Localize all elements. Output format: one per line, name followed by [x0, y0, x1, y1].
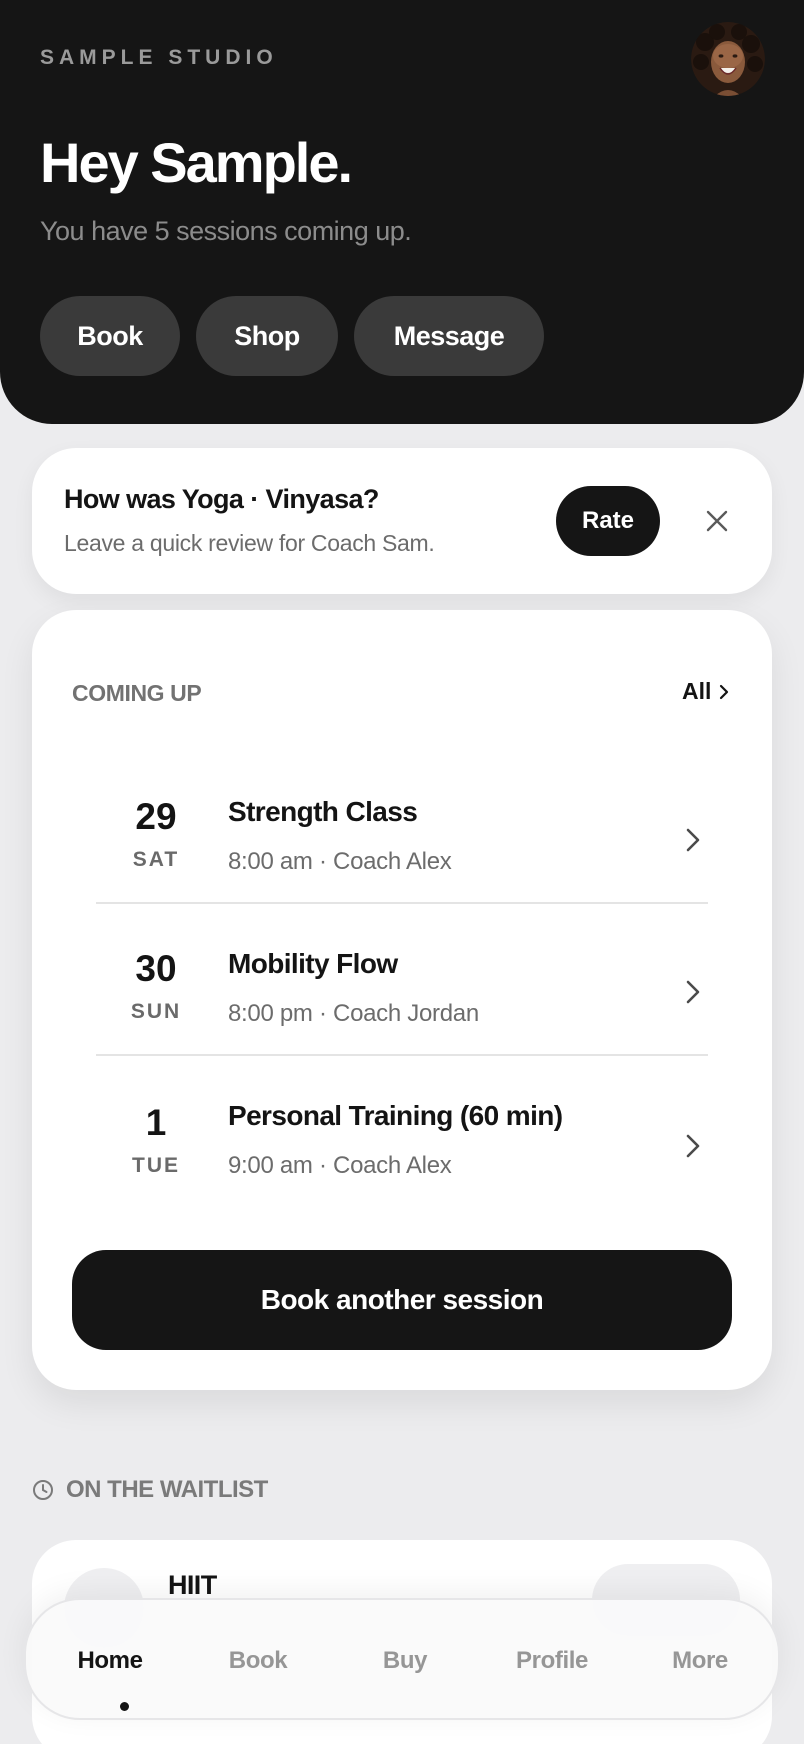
nav-home[interactable]: Home: [40, 1600, 180, 1722]
chevron-right-icon: [686, 1134, 700, 1158]
clock-icon: [33, 1480, 53, 1500]
session-meta: 8:00 pm · Coach Jordan: [228, 1000, 479, 1027]
active-indicator: [120, 1702, 129, 1711]
rate-button[interactable]: Rate: [556, 486, 660, 556]
view-all-link[interactable]: All: [682, 678, 729, 705]
session-meta: 9:00 am · Coach Alex: [228, 1152, 452, 1179]
view-all-label: All: [682, 678, 712, 704]
review-subtitle: Leave a quick review for Coach Sam.: [64, 530, 435, 556]
section-title: COMING UP: [72, 680, 202, 706]
session-name: Strength Class: [228, 796, 418, 827]
session-day: 29: [135, 796, 177, 837]
waitlist-header: ON THE WAITLIST: [32, 1476, 268, 1504]
session-name: Personal Training (60 min): [228, 1100, 563, 1131]
waitlist-title: ON THE WAITLIST: [66, 1476, 268, 1503]
review-prompt-card: How was Yoga · Vinyasa? Leave a quick re…: [32, 448, 772, 594]
session-meta: 8:00 am · Coach Alex: [228, 848, 452, 875]
upcoming-sessions-card: COMING UP All 29 SAT Strength Class 8:00…: [32, 610, 772, 1390]
greeting-title: Hey Sample.: [40, 131, 353, 194]
dismiss-review-button[interactable]: [696, 500, 738, 542]
chevron-right-icon: [686, 828, 700, 852]
session-day: 1: [145, 1102, 167, 1143]
session-weekday: SUN: [130, 1000, 182, 1023]
avatar[interactable]: [691, 22, 765, 96]
session-row[interactable]: 30 SUN Mobility Flow 8:00 pm · Coach Jor…: [96, 906, 708, 1056]
message-action-button[interactable]: Message: [354, 296, 544, 376]
session-name: Mobility Flow: [228, 948, 398, 979]
session-day: 30: [135, 948, 177, 989]
session-weekday: TUE: [132, 1154, 180, 1177]
waitlist-item-name: HIIT: [168, 1570, 217, 1600]
chevron-right-icon: [720, 684, 729, 699]
avatar-image: [691, 22, 765, 96]
header-panel: SAMPLE STUDIO Hey Sample. You have 5 ses…: [0, 0, 804, 424]
session-row[interactable]: 29 SAT Strength Class 8:00 am · Coach Al…: [96, 754, 708, 904]
session-row[interactable]: 1 TUE Personal Training (60 min) 9:00 am…: [96, 1058, 708, 1208]
nav-buy[interactable]: Buy: [335, 1600, 475, 1722]
book-another-session-button[interactable]: Book another session: [72, 1250, 732, 1350]
close-icon: [706, 510, 728, 532]
review-title: How was Yoga · Vinyasa?: [64, 484, 379, 514]
nav-home-label: Home: [77, 1647, 143, 1674]
nav-book[interactable]: Book: [188, 1600, 328, 1722]
book-action-button[interactable]: Book: [40, 296, 180, 376]
sessions-summary: You have 5 sessions coming up.: [40, 216, 412, 246]
shop-action-button[interactable]: Shop: [196, 296, 338, 376]
session-weekday: SAT: [132, 848, 180, 871]
bottom-navigation: Home Book Buy Profile More: [24, 1598, 780, 1720]
nav-profile[interactable]: Profile: [482, 1600, 622, 1722]
chevron-right-icon: [686, 980, 700, 1004]
nav-more[interactable]: More: [630, 1600, 770, 1722]
studio-name: SAMPLE STUDIO: [40, 46, 278, 69]
